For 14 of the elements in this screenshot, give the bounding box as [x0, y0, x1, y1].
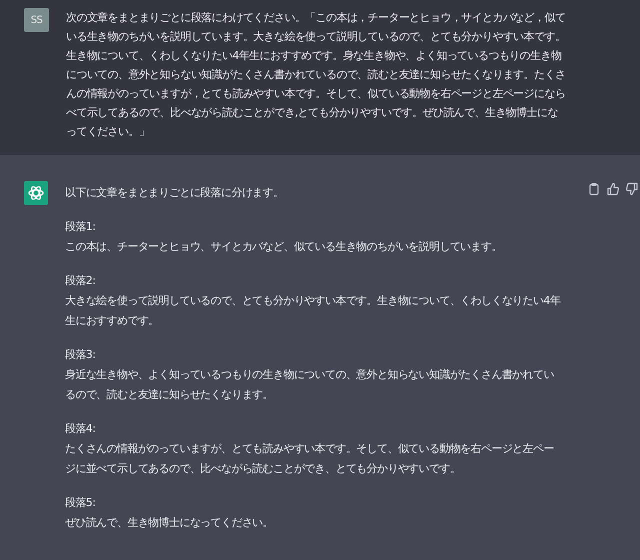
- paragraph-text: この本は、チーターとヒョウ、サイとカバなど、似ている生き物のちがいを説明しています。: [65, 239, 503, 255]
- paragraph-heading: 段落3:: [65, 347, 96, 363]
- assistant-intro: 以下に文章をまとまりごとに段落に分けます。: [65, 185, 284, 201]
- paragraph-text: たくさんの情報がのっていますが、とても読みやすい本です。そして、似ている動物を右ページと左ページに並べて示してあるので、比べながら読むことができ、とても分かりやすいです。: [65, 441, 555, 477]
- paragraph-heading: 段落5:: [65, 495, 96, 511]
- assistant-logo-icon: [24, 181, 48, 205]
- user-message: 次の文章をまとまりごとに段落にわけてください。「この本は，チーターとヒョウ，サイとカバなど，似ている生き物のちがいを説明しています。大きな絵を使って説明しているので、とても分かりやすい本です。生き物について、くわしくなりたい4年生におすすめです。身な生き物や、よく知っているつもりの生き物についての、意外と知らない知識がたくさん書かれているので、読むと友達に知らせたくなります。たくさんの情報がのっていますが，とても読みやすい本です。そして、似ている動物を右ページと左ページにならべて示してあるので、比べながら読むことができ,とても分かりやすいです。ぜひ読んで、生き物博士になってください。」: [66, 10, 566, 140]
- paragraph-text: 身近な生き物や、よく知っているつもりの生き物についての、意外と知らない知識がたくさん書かれているので、読むと友達に知らせたくなります。: [65, 367, 555, 403]
- paragraph-heading: 段落1:: [65, 219, 96, 235]
- paragraph-heading: 段落4:: [65, 421, 96, 437]
- paragraph-heading: 段落2:: [65, 273, 96, 289]
- user-avatar: SS: [24, 8, 49, 32]
- paragraph-text: 大きな絵を使って説明しているので、とても分かりやすい本です。生き物について、くわしくなりたい4年生におすすめです。: [65, 293, 561, 329]
- paragraph-text: ぜひ読んで、生き物博士になってください。: [65, 515, 274, 531]
